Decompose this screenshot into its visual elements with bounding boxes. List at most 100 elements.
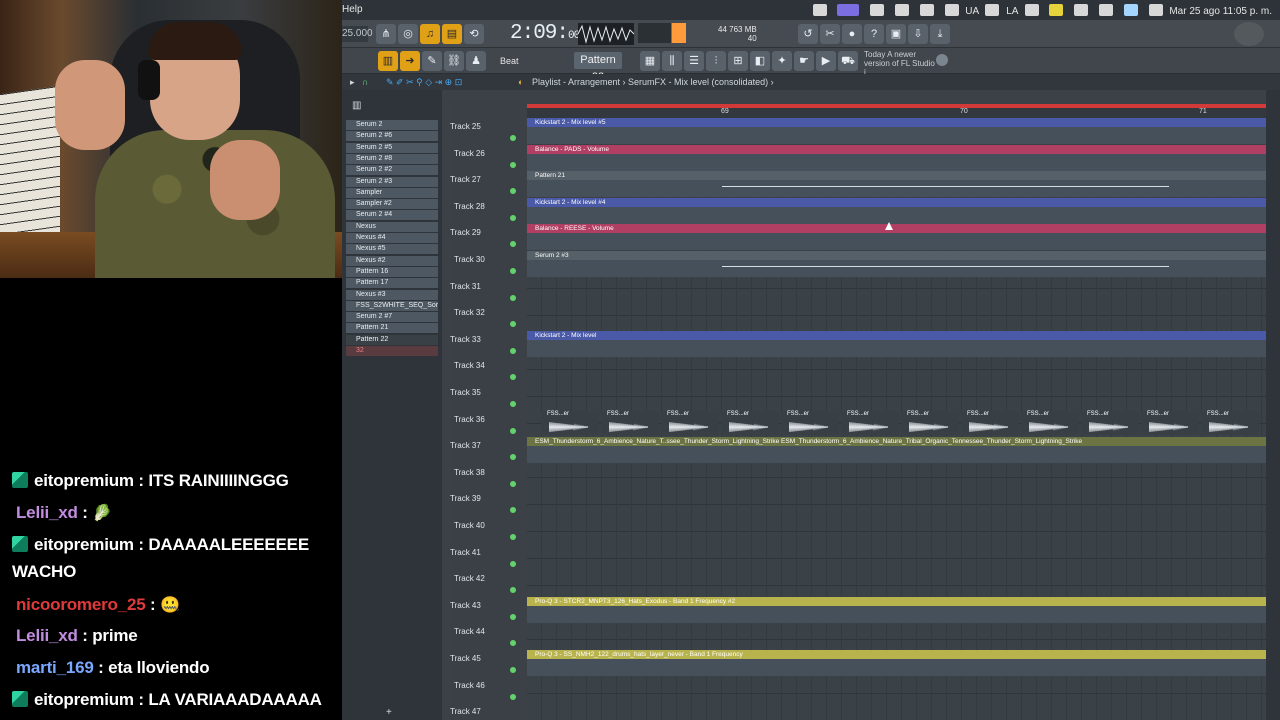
track-header[interactable]: Track 26 [450,145,520,172]
audio-clip[interactable]: FSS...er [1141,410,1199,435]
step-edit-icon[interactable]: ▤ [442,24,462,44]
audio-clip[interactable]: FSS...er [841,410,899,435]
track-mute-led-icon[interactable] [510,241,516,248]
track-mute-led-icon[interactable] [510,135,516,141]
track-header[interactable]: Track 34 [450,357,520,384]
audio-clip[interactable]: FSS...er [1021,410,1079,435]
tempo-display[interactable]: 25.000 [342,26,373,42]
track-mute-led-icon[interactable] [510,401,516,407]
playlist-icon[interactable]: ▦ [640,51,660,71]
globe-icon[interactable] [936,54,948,66]
automation-clip[interactable]: Kickstart 2 - Mix level [527,330,1266,340]
plugin-icon[interactable]: ◧ [750,51,770,71]
picker-item[interactable]: Nexus #4 [346,233,438,243]
track-header[interactable]: Track 40 [450,517,520,544]
track-header[interactable]: Track 37 [450,437,520,464]
vpn-icon[interactable] [985,4,1000,16]
track-header[interactable]: Track 42 [450,570,520,597]
automation-clip[interactable]: Kickstart 2 - Mix level #5 [527,118,1266,127]
track-mute-led-icon[interactable] [510,294,516,301]
track-header[interactable]: Track 46 [450,677,520,704]
track-mute-led-icon[interactable] [510,693,516,700]
automation-clip[interactable]: Pro-Q 3 - STCR2_MNPT3_126_Hats_Exodus - … [527,596,1266,606]
track-mute-led-icon[interactable] [510,427,516,434]
picker-item[interactable]: Serum 2 #7 [346,312,438,323]
download-icon[interactable]: ⤓ [930,24,950,44]
wait-icon[interactable]: ◎ [398,24,418,44]
track-mute-led-icon[interactable] [510,507,516,514]
picker-item[interactable]: FSS_S2WHITE_SEQ_Sorynn [346,300,438,311]
clip-body[interactable] [527,233,1266,251]
picker-item[interactable]: Pattern 16 [346,266,438,277]
track-mute-led-icon[interactable] [510,480,516,487]
play-arrow-icon[interactable]: ▸ [350,74,355,90]
track-mute-led-icon[interactable] [510,347,516,354]
picker-item[interactable]: Pattern 17 [346,278,438,289]
clip-body[interactable] [527,127,1266,144]
control-center-icon[interactable] [1148,4,1163,16]
loop-record-icon[interactable]: ⟲ [464,24,484,44]
browser-icon[interactable]: ⊞ [728,51,748,71]
automation-clip[interactable]: Kickstart 2 - Mix level #4 [527,197,1266,207]
video-icon[interactable]: ▶ [816,51,836,71]
audio-clip[interactable]: FSS...er [781,410,839,435]
audio-clip[interactable]: FSS...er [1201,410,1259,435]
leaf-icon[interactable] [919,4,934,16]
help-icon[interactable]: ? [864,24,884,44]
clip-body[interactable] [527,446,1266,464]
pattern-selector[interactable]: Pattern 22 [574,52,622,83]
snap-icon[interactable]: ▥ [378,51,398,71]
battery-icon[interactable] [1049,4,1064,16]
automation-clip[interactable]: ESM_Thunderstorm_6_Ambience_Nature_T..ss… [527,437,1266,447]
track-mute-led-icon[interactable] [510,374,516,381]
picker-item[interactable]: Serum 2 #5 [346,142,438,153]
shop-icon[interactable]: ⛟ [838,51,858,71]
channel-rack-icon[interactable]: ☰ [684,51,704,71]
picker-item[interactable]: 32 [346,346,438,356]
picker-item[interactable]: Nexus #3 [346,289,438,300]
mixer-icon[interactable]: ⫼ [662,51,682,71]
arrow-icon[interactable]: ➜ [400,51,420,71]
track-header[interactable]: Track 25 [450,118,520,145]
track-header[interactable]: Track 38 [450,464,520,491]
la-indicator[interactable]: LA [1006,6,1018,17]
cloud-icon[interactable] [944,4,959,16]
vertical-scrollbar[interactable] [1266,90,1280,720]
stamp-icon[interactable]: ♟ [466,51,486,71]
track-mute-led-icon[interactable] [510,667,516,673]
help-menu[interactable]: Help [342,4,363,15]
save-icon[interactable]: ▣ [886,24,906,44]
picker-item[interactable]: Nexus #5 [346,244,438,255]
track-header[interactable]: Track 41 [450,544,520,571]
track-header[interactable]: Track 32 [450,304,520,331]
audio-clip[interactable]: FSS...er [721,410,779,435]
track-mute-led-icon[interactable] [510,587,516,594]
export-icon[interactable]: ⇩ [908,24,928,44]
audio-clip[interactable]: FSS...er [541,410,599,435]
clip-body[interactable] [527,206,1266,224]
track-header[interactable]: Track 30 [450,251,520,278]
picker-item[interactable]: Serum 2 #8 [346,153,438,164]
track-header[interactable]: Track 29 [450,224,520,251]
timeline-ruler[interactable]: 69 70 71 [527,104,1266,118]
language-indicator[interactable]: UA [965,6,978,17]
track-header[interactable]: Track 44 [450,623,520,650]
track-header[interactable]: Track 35 [450,384,520,411]
picker-item[interactable]: Serum 2 #4 [346,210,438,221]
picker-item[interactable]: Sampler #2 [346,199,438,210]
link-icon[interactable]: ⛓ [444,51,464,71]
siri-icon[interactable] [1123,4,1138,16]
clip-body[interactable] [527,260,1266,277]
undo-icon[interactable]: ↺ [798,24,818,44]
picker-item[interactable]: Nexus [346,221,438,232]
wifi-icon[interactable] [1074,4,1089,16]
automation-clip[interactable]: Balance - REESE - Volume [527,224,1266,234]
metronome-icon[interactable]: ⋔ [376,24,396,44]
tempo-tapper-icon[interactable]: ✦ [772,51,792,71]
picker-item[interactable]: Serum 2 #2 [346,165,438,176]
app-icon[interactable] [812,4,827,16]
picker-item[interactable]: Nexus #2 [346,255,438,266]
touch-icon[interactable]: ☛ [794,51,814,71]
track-mute-led-icon[interactable] [510,161,516,168]
record-icon[interactable] [837,4,860,16]
